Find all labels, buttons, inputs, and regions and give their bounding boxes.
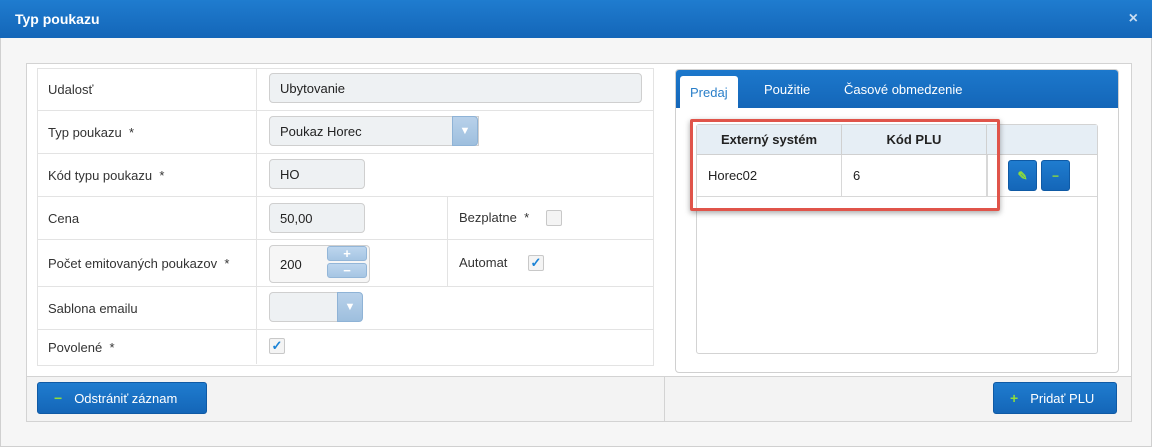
chevron-down-icon[interactable]: ▼: [337, 292, 363, 322]
remove-record-button[interactable]: − Odstrániť záznam: [37, 382, 207, 414]
tab-casove-obmedzenie[interactable]: Časové obmedzenie: [844, 82, 963, 97]
minus-icon: −: [54, 390, 63, 406]
row-povolene: Povolené * ✓: [37, 330, 653, 364]
row-pocet: Počet emitovaných poukazov * 200 + − Aut…: [37, 240, 653, 287]
tab-predaj[interactable]: Predaj: [680, 76, 738, 109]
typ-poukazu-select[interactable]: Poukaz Horec: [269, 116, 479, 146]
chevron-down-icon[interactable]: ▼: [452, 116, 478, 146]
cena-label: Cena: [37, 197, 257, 239]
automat-checkbox[interactable]: ✓: [528, 255, 544, 271]
tab-bar: Predaj Použitie Časové obmedzenie: [676, 70, 1118, 109]
bezplatne-checkbox[interactable]: [546, 210, 562, 226]
dialog-titlebar: Typ poukazu ×: [0, 0, 1152, 39]
tab-pouzitie[interactable]: Použitie: [764, 82, 810, 97]
row-typ-poukazu: Typ poukazu * Poukaz Horec ▼: [37, 111, 653, 154]
add-plu-button[interactable]: + Pridať PLU: [993, 382, 1117, 414]
form-panel: Udalosť Ubytovanie Typ poukazu * Poukaz …: [26, 63, 1132, 422]
dialog-body: Udalosť Ubytovanie Typ poukazu * Poukaz …: [0, 38, 1152, 447]
kod-typu-field[interactable]: HO: [269, 159, 365, 189]
decrement-button[interactable]: −: [327, 263, 367, 278]
row-kod-typu: Kód typu poukazu * HO: [37, 154, 653, 197]
row-cena: Cena 50,00 Bezplatne *: [37, 197, 653, 240]
povolene-label: Povolené *: [37, 330, 257, 364]
add-plu-label: Pridať PLU: [1030, 390, 1095, 406]
highlight-annotation: [690, 119, 1000, 211]
typ-poukazu-label: Typ poukazu *: [37, 111, 257, 153]
pocet-value: 200: [280, 256, 302, 272]
udalost-label: Udalosť: [37, 68, 257, 110]
sablona-select[interactable]: [269, 292, 339, 322]
plus-icon: +: [1010, 390, 1019, 406]
remove-row-button[interactable]: −: [1041, 160, 1070, 191]
povolene-checkbox[interactable]: ✓: [269, 338, 285, 354]
pocet-label: Počet emitovaných poukazov *: [37, 240, 257, 286]
close-icon[interactable]: ×: [1129, 10, 1138, 28]
row-udalost: Udalosť Ubytovanie: [37, 68, 653, 111]
dialog-title: Typ poukazu: [15, 11, 100, 27]
divider: [447, 197, 448, 239]
cena-field[interactable]: 50,00: [269, 203, 365, 233]
sablona-label: Sablona emailu: [37, 287, 257, 329]
edit-icon[interactable]: ✎: [1008, 160, 1037, 191]
footer-divider: [664, 377, 665, 421]
divider: [447, 240, 448, 286]
udalost-field[interactable]: Ubytovanie: [269, 73, 642, 103]
tabs-panel: Predaj Použitie Časové obmedzenie Extern…: [675, 69, 1119, 373]
kod-typu-label: Kód typu poukazu *: [37, 154, 257, 196]
increment-button[interactable]: +: [327, 246, 367, 261]
row-sablona: Sablona emailu ▼: [37, 287, 653, 330]
bezplatne-label: Bezplatne *: [459, 210, 530, 225]
automat-label: Automat: [459, 255, 508, 270]
remove-record-label: Odstrániť záznam: [74, 390, 178, 406]
